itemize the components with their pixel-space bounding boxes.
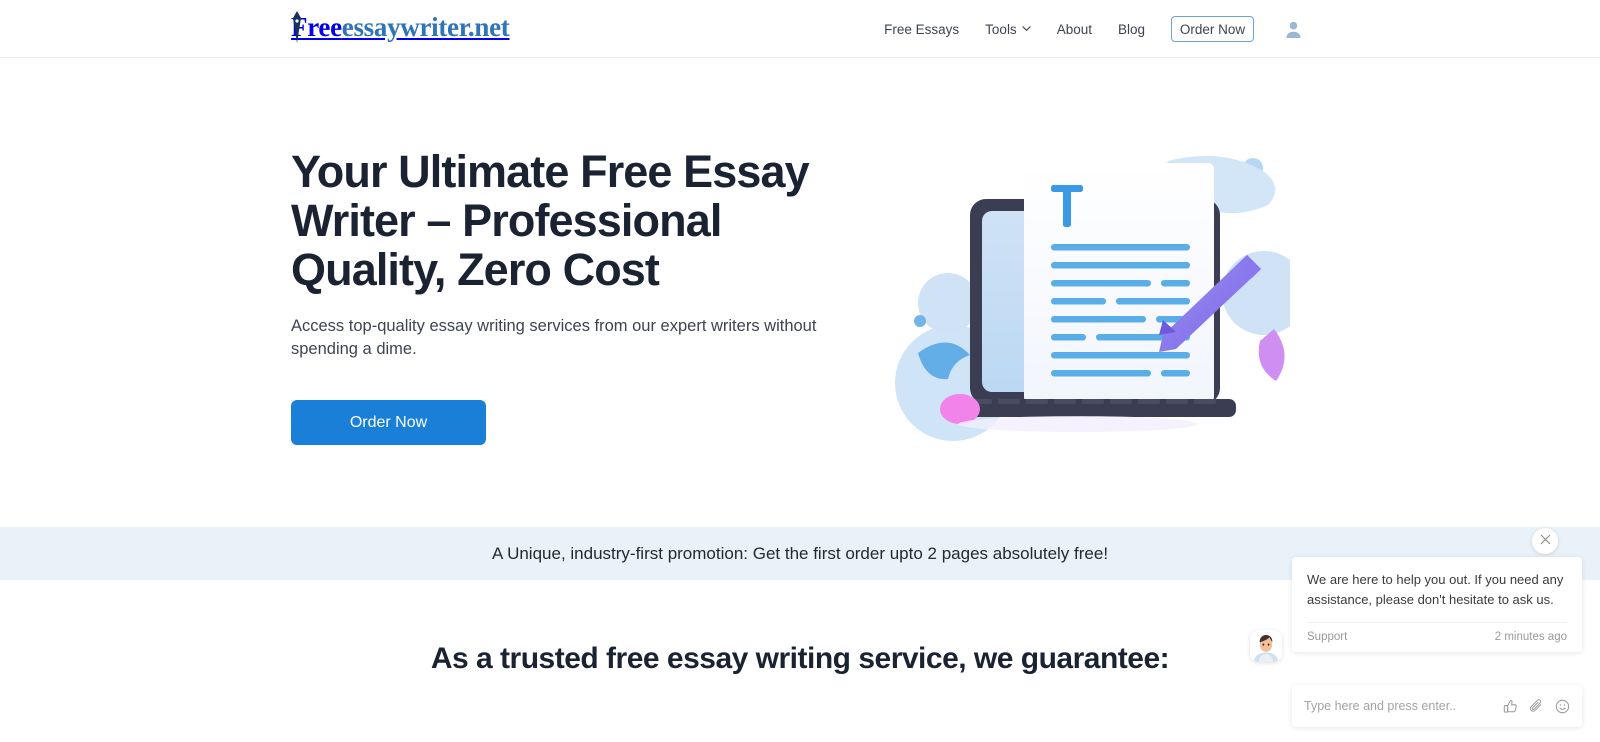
- chat-close-button[interactable]: [1532, 528, 1558, 554]
- user-avatar-icon[interactable]: [1284, 20, 1303, 39]
- nav-item-about[interactable]: About: [1057, 22, 1092, 37]
- nav-label: About: [1056, 21, 1092, 37]
- main-navigation: Free Essays Tools About Blog Order Now: [884, 0, 1303, 58]
- chat-message-text: We are here to help you out. If you need…: [1307, 572, 1564, 607]
- page-root: Freeessaywriter.net Free Essays Tools Ab…: [0, 0, 1600, 742]
- chevron-down-icon: [1022, 24, 1031, 33]
- nav-label: Tools: [985, 21, 1017, 37]
- pen-nib-icon: [291, 9, 303, 45]
- page-title: Your Ultimate Free Essay Writer – Profes…: [291, 146, 810, 295]
- chat-input-actions: [1503, 698, 1570, 714]
- hero-order-now-button[interactable]: Order Now: [291, 400, 486, 445]
- chat-message-meta: Support 2 minutes ago: [1307, 622, 1567, 652]
- chat-timestamp: 2 minutes ago: [1494, 631, 1567, 643]
- chat-widget: We are here to help you out. If you need…: [1245, 525, 1600, 742]
- nav-item-blog[interactable]: Blog: [1118, 22, 1145, 37]
- thumbs-up-icon[interactable]: [1503, 699, 1518, 714]
- chat-message-bubble: We are here to help you out. If you need…: [1292, 557, 1582, 652]
- paperclip-icon[interactable]: [1529, 698, 1544, 714]
- chat-input-bar[interactable]: Type here and press enter..: [1292, 685, 1582, 727]
- hero-section: Your Ultimate Free Essay Writer – Profes…: [0, 58, 1600, 527]
- nav-item-tools[interactable]: Tools: [985, 22, 1031, 37]
- support-agent-avatar: [1250, 630, 1282, 662]
- hero-illustration: [878, 143, 1290, 443]
- header-order-now-button[interactable]: Order Now: [1171, 16, 1254, 42]
- site-logo[interactable]: Freeessaywriter.net: [291, 10, 510, 44]
- smiley-icon[interactable]: [1555, 699, 1570, 714]
- site-header: Freeessaywriter.net Free Essays Tools Ab…: [0, 0, 1600, 58]
- hero-copy: Your Ultimate Free Essay Writer – Profes…: [291, 147, 871, 445]
- chat-sender-name: Support: [1307, 631, 1348, 643]
- hero-subtitle: Access top-quality essay writing service…: [291, 317, 817, 358]
- promo-banner-text: A Unique, industry-first promotion: Get …: [491, 543, 1109, 563]
- logo-text-secondary: essaywriter.net: [341, 12, 510, 42]
- nav-item-free-essays[interactable]: Free Essays: [884, 22, 959, 37]
- nav-label: Free Essays: [884, 21, 960, 37]
- chat-input-placeholder[interactable]: Type here and press enter..: [1304, 699, 1503, 713]
- nav-label: Blog: [1117, 21, 1145, 37]
- close-icon: [1540, 532, 1551, 550]
